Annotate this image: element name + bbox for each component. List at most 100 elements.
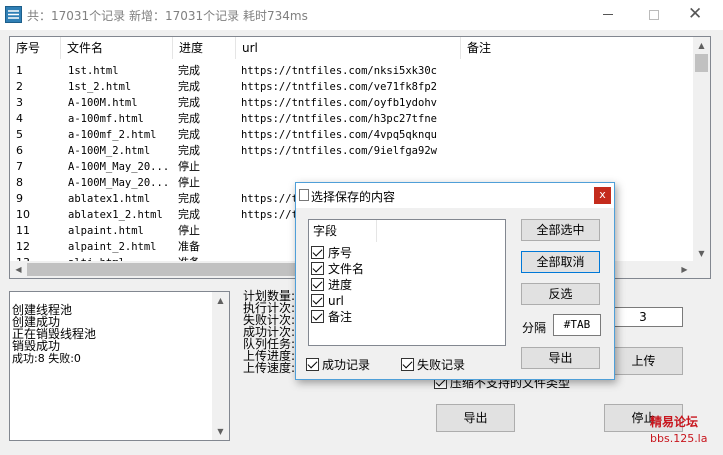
- table-row[interactable]: 4 a-100mf.html 完成 https://tntfiles.com/h3pc…: [10, 111, 694, 127]
- success-records-label: 成功记录: [322, 358, 371, 372]
- scroll-left-icon[interactable]: ◀: [10, 261, 27, 278]
- field-checkbox[interactable]: [311, 278, 324, 291]
- row-url: https://tntfiles.com/oyfb1ydohv: [241, 97, 437, 109]
- table-row[interactable]: 7 A-100M_May_20... 停止: [10, 159, 694, 175]
- row-progress: 停止: [178, 176, 200, 189]
- scroll-up-icon[interactable]: ▲: [212, 292, 229, 309]
- minimize-icon: [603, 14, 613, 15]
- column-header-filename[interactable]: 文件名: [61, 37, 173, 59]
- row-number: 6: [16, 144, 23, 157]
- upload-button[interactable]: 上传: [604, 347, 683, 375]
- field-checkbox[interactable]: [311, 246, 324, 259]
- minimize-button[interactable]: [585, 0, 631, 30]
- scroll-right-icon[interactable]: ▶: [676, 261, 693, 278]
- row-filename: alpaint.html: [68, 225, 144, 237]
- scroll-up-icon[interactable]: ▲: [693, 37, 710, 54]
- list-vertical-scrollbar[interactable]: ▲ ▼: [693, 37, 710, 262]
- close-button[interactable]: ✕: [677, 0, 723, 30]
- row-url: https://tntfiles.com/h3pc27tfne: [241, 113, 437, 125]
- thread-count-input[interactable]: 3: [603, 307, 683, 327]
- stat-upload-speed: 上传速度:: [243, 361, 296, 375]
- maximize-button[interactable]: [631, 0, 677, 30]
- title-bar: 共：17031个记录 新增：17031个记录 耗时734ms ✕: [0, 0, 723, 30]
- field-list[interactable]: 字段 序号 文件名 进度 url 备注: [308, 219, 506, 346]
- column-header-note[interactable]: 备注: [461, 37, 694, 59]
- log-scrollbar[interactable]: ▲ ▼: [212, 292, 229, 440]
- row-number: 12: [16, 240, 30, 253]
- separator-input[interactable]: #TAB: [553, 314, 601, 336]
- field-label: url: [328, 294, 344, 308]
- row-url: https://tntfiles.com/ve71fk8fp2: [241, 81, 437, 93]
- row-filename: 1st.html: [68, 65, 119, 77]
- row-progress: 完成: [178, 128, 200, 141]
- field-label: 文件名: [328, 262, 365, 276]
- dialog-close-button[interactable]: x: [594, 187, 611, 204]
- watermark-title: 精易论坛: [650, 415, 699, 429]
- row-number: 3: [16, 96, 23, 109]
- field-checkbox[interactable]: [311, 262, 324, 275]
- row-progress: 完成: [178, 80, 200, 93]
- row-filename: ablatex1_2.html: [68, 209, 163, 221]
- row-number: 4: [16, 112, 23, 125]
- watermark-subtitle: bbs.125.la: [650, 432, 708, 445]
- row-number: 10: [16, 208, 30, 221]
- table-row[interactable]: 1 1st.html 完成 https://tntfiles.com/nksi5xk3…: [10, 63, 694, 79]
- row-progress: 准备: [178, 240, 200, 253]
- success-records-checkbox[interactable]: [306, 358, 319, 371]
- row-number: 7: [16, 160, 23, 173]
- field-label: 备注: [328, 310, 353, 324]
- field-label: 序号: [328, 246, 353, 260]
- table-row[interactable]: 3 A-100M.html 完成 https://tntfiles.com/oyfb1…: [10, 95, 694, 111]
- app-icon: [5, 6, 22, 23]
- select-all-button[interactable]: 全部选中: [521, 219, 600, 241]
- invert-selection-button[interactable]: 反选: [521, 283, 600, 305]
- log-box[interactable]: 创建线程池 创建成功 正在销毁线程池 销毁成功 成功:8 失败:0 ▲ ▼: [9, 291, 230, 441]
- row-note: [468, 79, 688, 95]
- field-column-header[interactable]: 字段: [309, 220, 377, 242]
- row-progress: 停止: [178, 224, 200, 237]
- row-progress: 停止: [178, 160, 200, 173]
- watermark-logo: 精易论坛 bbs.125.la: [650, 413, 720, 453]
- field-checkbox[interactable]: [311, 310, 324, 323]
- table-row[interactable]: 6 A-100M_2.html 完成 https://tntfiles.com/9ie…: [10, 143, 694, 159]
- row-progress: 完成: [178, 192, 200, 205]
- close-icon: ✕: [688, 4, 703, 24]
- column-header-url[interactable]: url: [236, 37, 461, 59]
- maximize-icon: [649, 10, 659, 20]
- field-checkbox[interactable]: [311, 294, 324, 307]
- deselect-all-button[interactable]: 全部取消: [521, 251, 600, 273]
- separator-label: 分隔: [522, 321, 547, 335]
- row-number: 1: [16, 64, 23, 77]
- column-header-no[interactable]: 序号: [10, 37, 61, 59]
- row-progress: 完成: [178, 112, 200, 125]
- row-number: 2: [16, 80, 23, 93]
- row-filename: A-100M_2.html: [68, 145, 151, 157]
- row-progress: 完成: [178, 144, 200, 157]
- dialog-export-button[interactable]: 导出: [521, 347, 600, 369]
- row-filename: 1st_2.html: [68, 81, 132, 93]
- row-url: [241, 159, 459, 175]
- table-row[interactable]: 2 1st_2.html 完成 https://tntfiles.com/ve71fk…: [10, 79, 694, 95]
- failed-records-label: 失败记录: [417, 358, 466, 372]
- scroll-down-icon[interactable]: ▼: [212, 423, 229, 440]
- export-dialog: 选择保存的内容 x 字段 序号 文件名 进度 url 备注 全部选中 全部取消 …: [295, 182, 615, 380]
- window-title: 共：17031个记录 新增：17031个记录 耗时734ms: [27, 9, 308, 23]
- row-filename: a-100mf_2.html: [68, 129, 157, 141]
- row-progress: 完成: [178, 208, 200, 221]
- column-header-progress[interactable]: 进度: [173, 37, 236, 59]
- list-header: 序号 文件名 进度 url 备注: [10, 37, 694, 59]
- row-progress: 完成: [178, 96, 200, 109]
- scroll-thumb[interactable]: [695, 54, 708, 72]
- row-note: [468, 63, 688, 79]
- table-row[interactable]: 5 a-100mf_2.html 完成 https://tntfiles.com/4v…: [10, 127, 694, 143]
- row-note: [468, 95, 688, 111]
- row-url: https://tntfiles.com/4vpq5qknqu: [241, 129, 437, 141]
- row-number: 8: [16, 176, 23, 189]
- row-note: [468, 111, 688, 127]
- export-button[interactable]: 导出: [436, 404, 515, 432]
- failed-records-checkbox[interactable]: [401, 358, 414, 371]
- row-number: 9: [16, 192, 23, 205]
- scroll-down-icon[interactable]: ▼: [693, 245, 710, 262]
- row-filename: A-100M_May_20...: [68, 161, 170, 173]
- row-note: [468, 159, 688, 175]
